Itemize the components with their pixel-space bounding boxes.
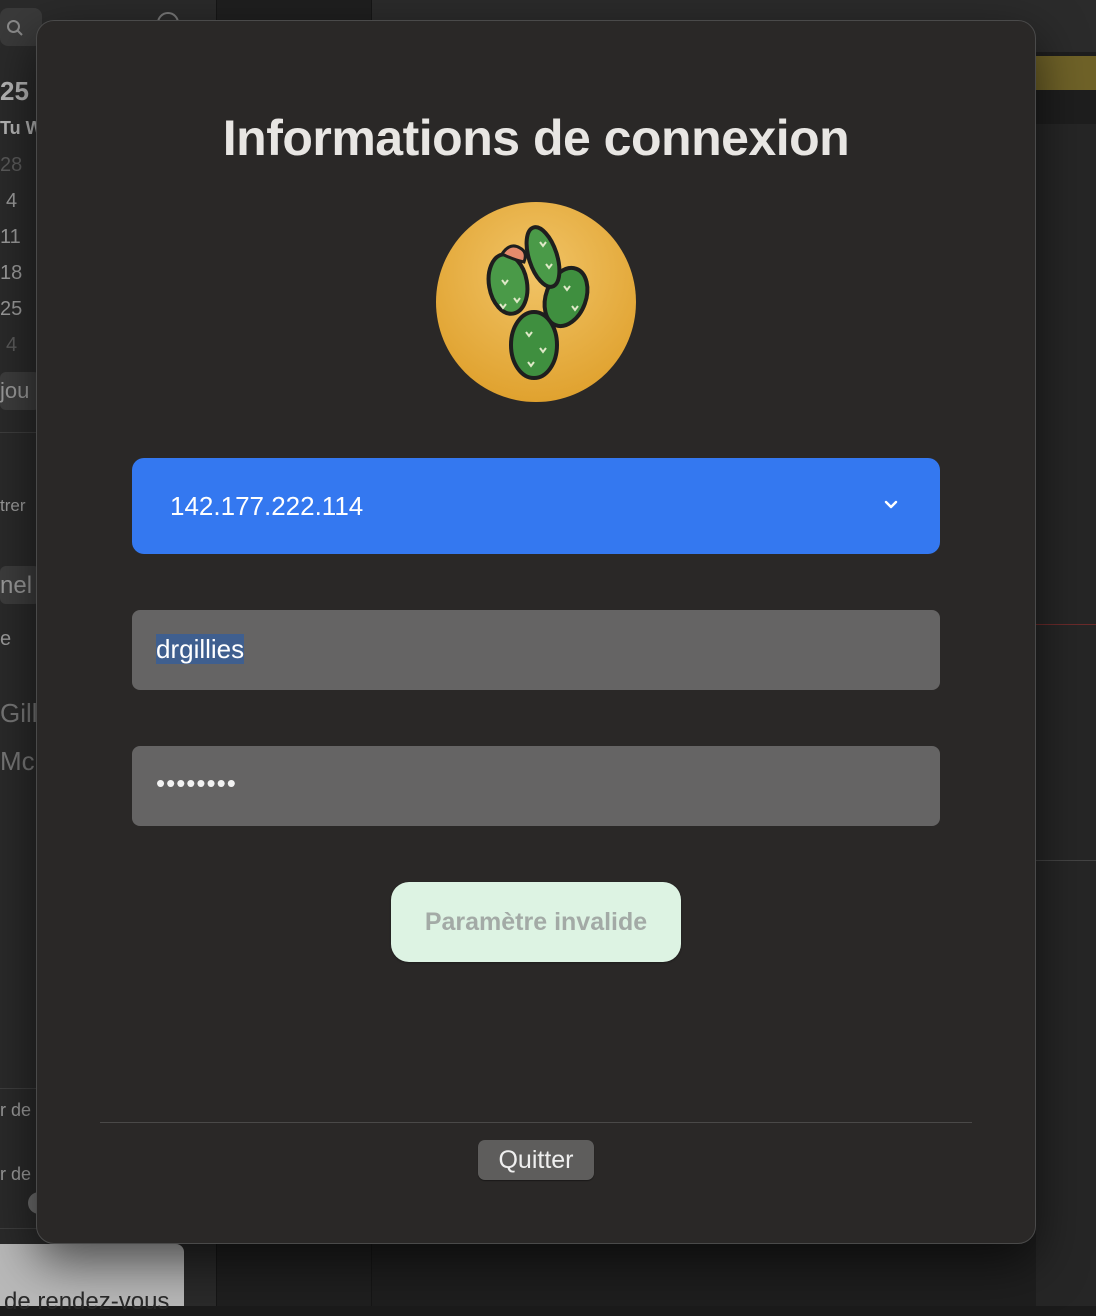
username-value: drgillies [156,634,245,664]
bg-current-time-line [1036,624,1096,625]
submit-button[interactable]: Paramètre invalide [391,882,681,962]
bg-appointment-card-label: de rendez-vous [4,1288,170,1315]
bg-calendar-day: 11 [0,226,21,248]
bg-sidebar-text: r de [0,1164,32,1184]
search-icon [7,20,23,36]
bg-sidebar-text: Mcl [0,746,41,776]
server-select-value: 142.177.222.114 [170,491,364,521]
bg-divider [0,1088,40,1089]
bg-sidebar-text: jou [0,378,30,403]
footer-divider [100,1122,972,1123]
bg-divider-line [1036,860,1096,861]
username-field[interactable]: drgillies [132,610,940,690]
cactus-logo [436,202,636,402]
bg-calendar-day: 28 [0,154,23,176]
bg-calendar-day: 4 [6,334,18,356]
bg-right-pane [1036,124,1096,1306]
bg-calendar-day: 4 [6,190,18,212]
server-select[interactable]: 142.177.222.114 [132,458,940,554]
bg-event-bar [1030,56,1096,90]
bg-sidebar-text: trer [0,496,26,515]
bg-sidebar-text: e [0,628,12,650]
bg-sidebar-text: nel [0,572,33,599]
bg-appointment-card: de rendez-vous [0,1244,184,1315]
login-dialog: Informations de connexion 142.177.222.11… [36,20,1036,1244]
chevron-down-icon [884,500,898,509]
quit-button[interactable]: Quitter [478,1140,594,1180]
bg-calendar-month: 25 [0,76,29,106]
password-field[interactable]: •••••••• [132,746,940,826]
bg-sidebar-text: r de [0,1100,32,1120]
bg-divider [0,1228,40,1229]
bg-calendar-day: 18 [0,262,23,284]
dialog-title: Informations de connexion [222,110,850,166]
password-value: •••••••• [156,768,237,798]
bg-divider [0,432,40,433]
bg-calendar-day: 25 [0,298,23,320]
